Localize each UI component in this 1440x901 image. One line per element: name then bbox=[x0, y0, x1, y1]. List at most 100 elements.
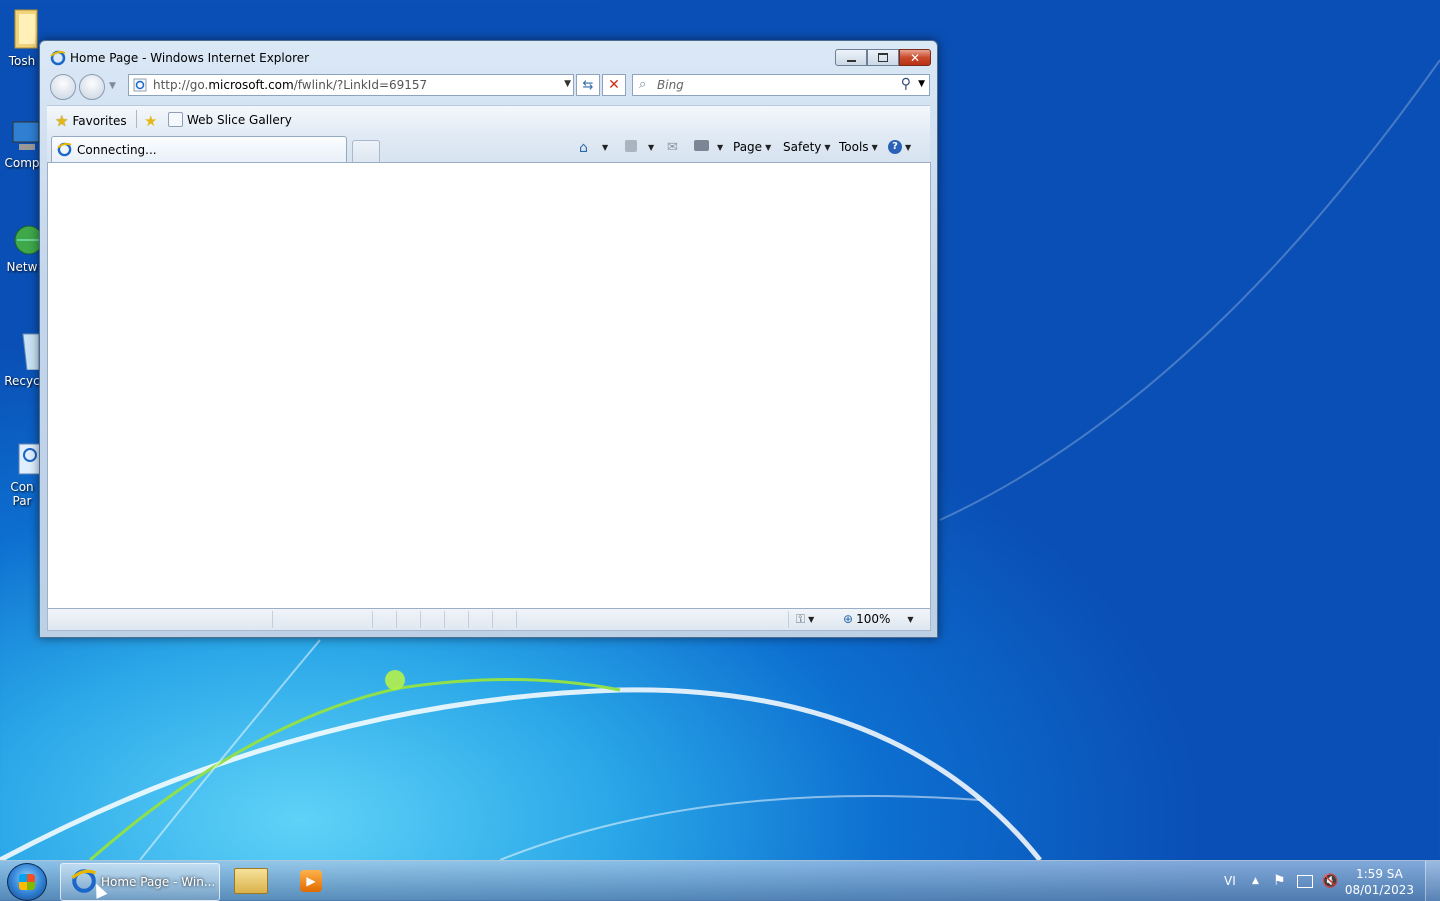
page-content-area[interactable] bbox=[47, 162, 931, 609]
desktop-icon-network[interactable]: Netw bbox=[0, 222, 44, 274]
tab-connecting[interactable]: Connecting... bbox=[51, 136, 347, 162]
add-to-favorites-bar-button[interactable]: ★ bbox=[144, 112, 157, 130]
mail-icon: ✉ bbox=[667, 140, 678, 155]
address-bar[interactable]: http://go.microsoft.com/fwlink/?LinkId=6… bbox=[128, 74, 574, 96]
dropdown-arrow-icon: ▼ bbox=[824, 142, 831, 152]
address-dropdown-icon[interactable]: ▼ bbox=[564, 79, 571, 89]
desktop-icon-toshiba[interactable]: Tosh bbox=[0, 8, 44, 68]
language-indicator[interactable]: VI bbox=[1224, 861, 1236, 901]
show-hidden-icons-button[interactable]: ▲ bbox=[1252, 861, 1259, 901]
zoom-dropdown-icon[interactable]: ▼ bbox=[907, 615, 913, 624]
status-divider bbox=[444, 611, 445, 628]
feeds-button[interactable] bbox=[625, 140, 637, 152]
refresh-arrows-icon: ⇆ bbox=[582, 77, 594, 93]
favorites-label: Favorites bbox=[72, 114, 127, 128]
print-button[interactable] bbox=[694, 140, 709, 151]
taskbar: Home Page - Win... ▶ VI ▲ ⚑ 🔇 1:59 SA 08… bbox=[0, 860, 1440, 901]
ie-tab-icon bbox=[57, 142, 72, 157]
language-label: VI bbox=[1224, 874, 1236, 888]
dropdown-arrow-icon: ▼ bbox=[808, 615, 815, 624]
search-options-dropdown-icon[interactable]: ▼ bbox=[918, 79, 925, 89]
tab-row: Connecting... ⌂ ▼ ▼ ✉ ▼ Page ▼ Safety ▼ To… bbox=[47, 132, 930, 162]
speaker-muted-icon: 🔇 bbox=[1322, 873, 1339, 889]
control-panel-icon bbox=[5, 442, 42, 478]
dropdown-arrow-icon: ▼ bbox=[871, 142, 878, 152]
clock-date: 08/01/2023 bbox=[1344, 883, 1414, 897]
protected-mode-icon: ⚿ bbox=[796, 612, 806, 626]
feeds-dropdown[interactable]: ▼ bbox=[648, 143, 654, 152]
status-divider bbox=[788, 611, 789, 628]
dropdown-arrow-icon: ▼ bbox=[905, 142, 912, 152]
home-button[interactable]: ⌂ bbox=[579, 140, 588, 156]
recycle-bin-icon bbox=[5, 330, 40, 371]
compatibility-view-button[interactable]: ⇆ bbox=[576, 74, 600, 96]
zoom-magnifier-icon: ⊕ bbox=[843, 612, 854, 626]
tools-menu-label: Tools bbox=[839, 140, 869, 154]
status-divider bbox=[492, 611, 493, 628]
protected-mode-button[interactable]: ⚿ ▼ bbox=[796, 612, 814, 627]
page-menu-button[interactable]: Page ▼ bbox=[733, 140, 771, 154]
rss-feed-icon bbox=[625, 140, 637, 152]
status-divider bbox=[468, 611, 469, 628]
close-button[interactable]: ✕ bbox=[899, 49, 931, 66]
minimize-button[interactable] bbox=[835, 49, 867, 66]
home-icon: ⌂ bbox=[579, 140, 588, 156]
help-icon: ? bbox=[888, 140, 902, 154]
ie-window[interactable]: Home Page - Windows Internet Explorer ✕ … bbox=[39, 40, 938, 638]
action-center-tray-button[interactable]: ⚑ bbox=[1273, 861, 1286, 901]
network-globe-icon bbox=[5, 222, 44, 258]
favorites-button[interactable]: ★ Favorites bbox=[55, 112, 127, 130]
stop-button[interactable]: ✕ bbox=[602, 74, 626, 96]
maximize-button[interactable] bbox=[867, 49, 899, 66]
zoom-level: 100% bbox=[856, 612, 891, 626]
taskbar-item-media-player[interactable]: ▶ bbox=[292, 863, 332, 899]
zoom-button[interactable]: ⊕ 100% ▼ bbox=[843, 612, 914, 626]
volume-tray-button[interactable]: 🔇 bbox=[1322, 861, 1338, 901]
search-placeholder: Bing bbox=[657, 78, 684, 92]
page-menu-label: Page bbox=[733, 140, 763, 154]
status-divider bbox=[372, 611, 373, 628]
search-icon[interactable]: ⚲ bbox=[901, 76, 911, 92]
recent-pages-dropdown-icon[interactable]: ▼ bbox=[109, 81, 116, 91]
minimize-icon bbox=[846, 59, 856, 62]
back-button[interactable] bbox=[50, 74, 76, 100]
clock[interactable]: 1:59 SA 08/01/2023 bbox=[1345, 866, 1414, 898]
status-bar: ⚿ ▼ ⊕ 100% ▼ bbox=[47, 609, 931, 631]
title-bar[interactable]: Home Page - Windows Internet Explorer ✕ bbox=[40, 41, 937, 73]
start-button[interactable] bbox=[7, 863, 47, 901]
flag-icon: ⚑ bbox=[1273, 873, 1286, 889]
new-tab-button[interactable] bbox=[352, 140, 380, 162]
desktop-icon-control-panel[interactable]: Con Par bbox=[0, 442, 44, 508]
tools-menu-button[interactable]: Tools ▼ bbox=[839, 140, 878, 154]
help-button[interactable]: ? ▼ bbox=[888, 140, 911, 154]
status-divider bbox=[420, 611, 421, 628]
forward-button[interactable] bbox=[79, 74, 105, 100]
maximize-icon bbox=[878, 53, 888, 62]
desktop-icon-label: Netw bbox=[6, 260, 38, 274]
taskbar-item-label: Home Page - Win... bbox=[101, 875, 216, 889]
ie-logo-icon bbox=[50, 50, 66, 66]
add-favorite-star-icon: ★ bbox=[144, 112, 158, 130]
show-desktop-button[interactable] bbox=[1425, 861, 1440, 901]
desktop-icon-label: Con bbox=[10, 480, 34, 494]
taskbar-item-internet-explorer[interactable]: Home Page - Win... bbox=[60, 863, 220, 901]
status-divider bbox=[396, 611, 397, 628]
search-box[interactable]: ⌕ Bing ⚲ ▼ bbox=[632, 74, 930, 96]
clock-time: 1:59 SA bbox=[1356, 867, 1403, 881]
ie-page-icon bbox=[168, 112, 183, 127]
safety-menu-button[interactable]: Safety ▼ bbox=[783, 140, 831, 154]
favorites-bar: ★ Favorites ★ Web Slice Gallery bbox=[47, 105, 930, 133]
desktop-icon-recycle-bin[interactable]: Recyc bbox=[0, 330, 44, 388]
web-slice-gallery-link[interactable]: Web Slice Gallery bbox=[168, 112, 292, 127]
read-mail-button[interactable]: ✉ bbox=[667, 140, 678, 155]
home-dropdown[interactable]: ▼ bbox=[602, 143, 608, 152]
print-dropdown[interactable]: ▼ bbox=[717, 143, 723, 152]
windows-logo-icon bbox=[19, 874, 35, 890]
taskbar-item-explorer[interactable] bbox=[230, 863, 272, 899]
network-tray-button[interactable] bbox=[1297, 861, 1313, 901]
close-icon: ✕ bbox=[909, 50, 921, 65]
folder-icon bbox=[5, 8, 39, 49]
web-slice-gallery-label: Web Slice Gallery bbox=[187, 112, 292, 127]
desktop-icon-computer[interactable]: Comp bbox=[0, 118, 44, 170]
search-provider-icon: ⌕ bbox=[639, 77, 647, 92]
